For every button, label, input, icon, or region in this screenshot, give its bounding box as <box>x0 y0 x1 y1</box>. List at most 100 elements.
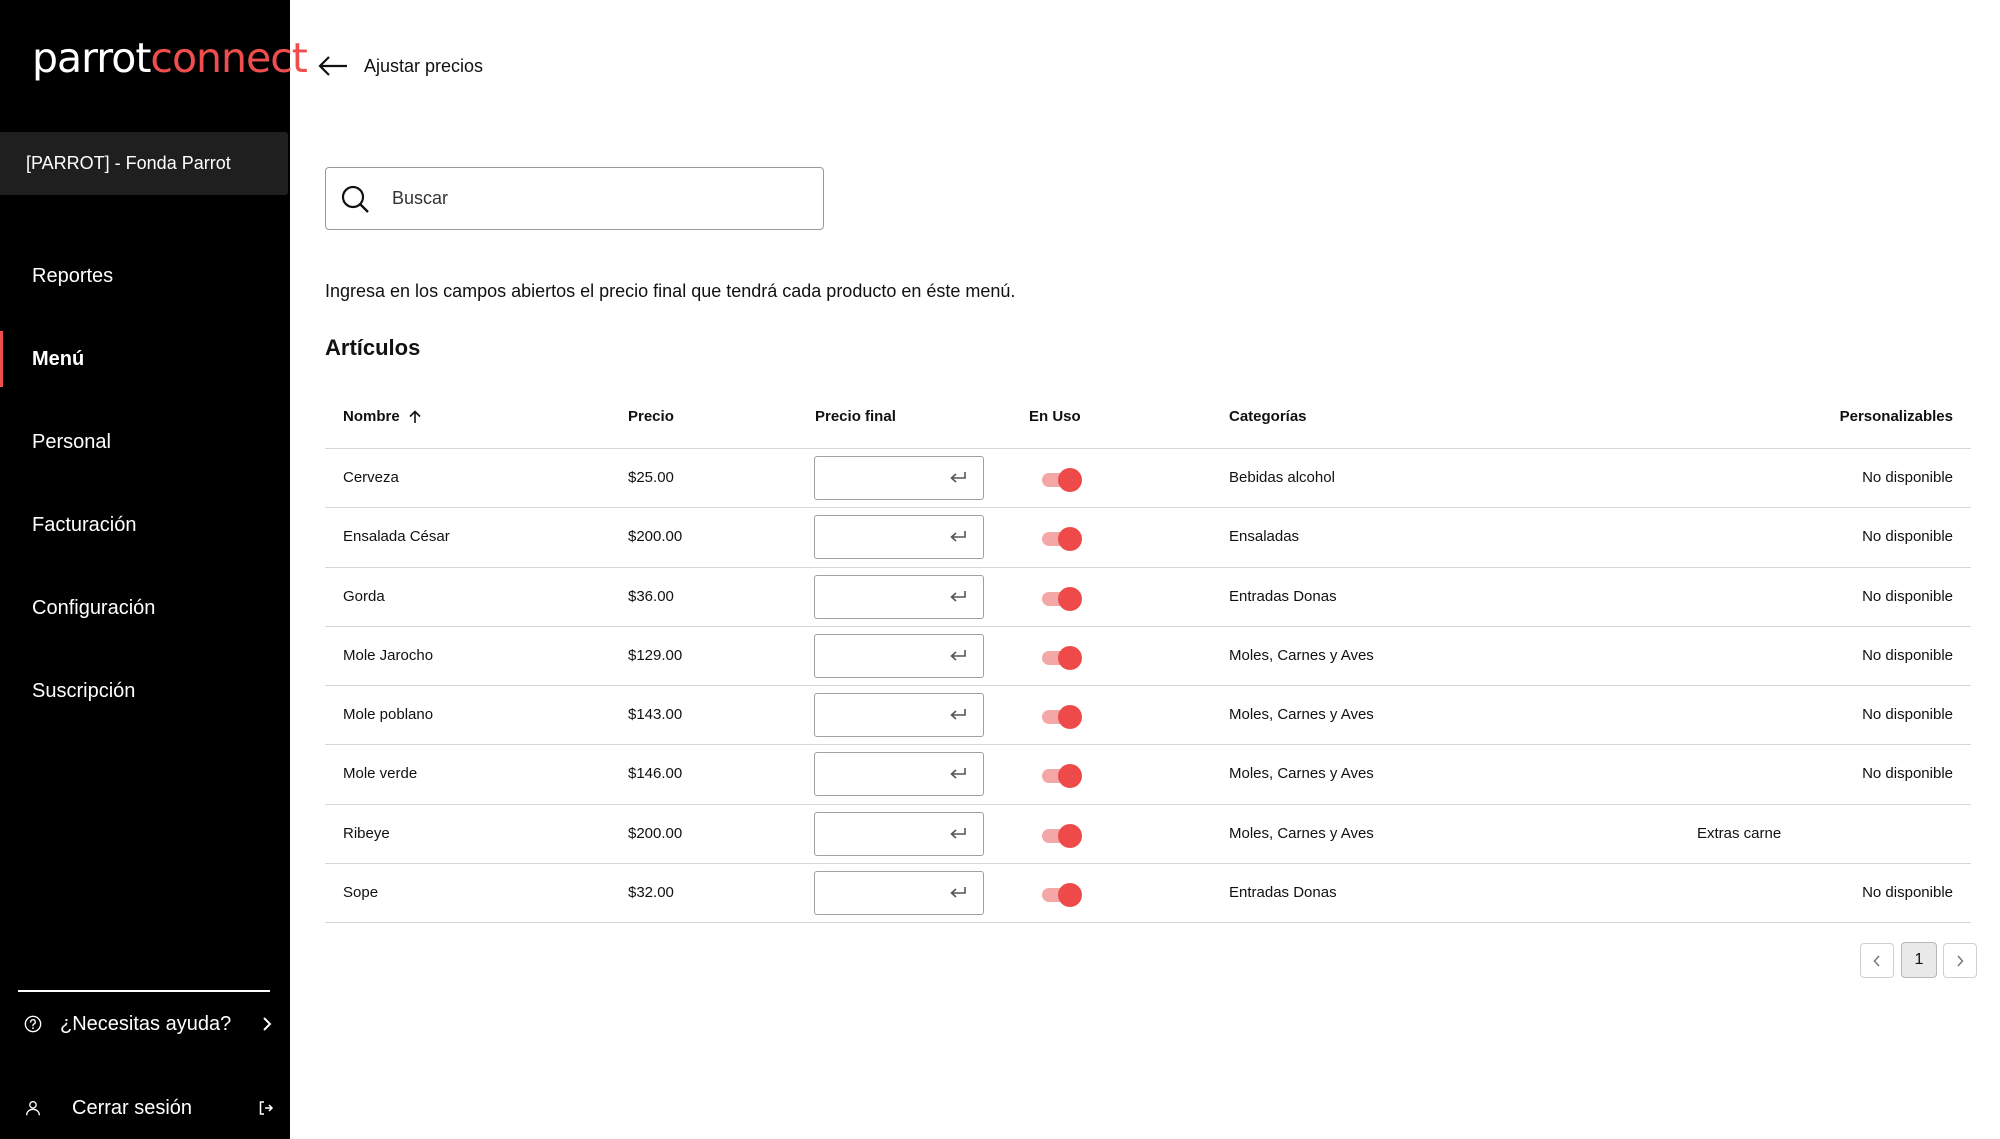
enter-icon <box>950 590 966 602</box>
item-customizable: No disponible <box>1862 587 1953 605</box>
final-price-input[interactable] <box>814 871 984 916</box>
search-box[interactable] <box>325 167 824 230</box>
in-use-toggle[interactable] <box>1042 468 1082 492</box>
table-row: Ribeye $200.00 Moles, Carnes y Aves Extras … <box>325 805 1971 865</box>
enter-icon <box>950 709 966 720</box>
enter-icon <box>950 887 966 898</box>
item-category: Moles, Carnes y Aves <box>1229 706 1374 724</box>
help-label: ¿Necesitas ayuda? <box>60 1012 232 1035</box>
column-header-final-price: Precio final <box>815 408 896 425</box>
table-row: Cerveza $25.00 Bebidas alcohol No disponibl… <box>325 449 1971 509</box>
item-customizable: No disponible <box>1862 469 1953 486</box>
back-button[interactable]: Ajustar precios <box>318 52 483 80</box>
item-category: Moles, Carnes y Aves <box>1229 646 1374 664</box>
chevron-right-icon <box>1957 954 1964 967</box>
table-header: Nombre Precio Precio final En Uso Catego… <box>325 392 1971 449</box>
enter-icon <box>950 649 966 661</box>
logo-part-1: parrot <box>32 34 151 82</box>
enter-icon <box>950 827 966 839</box>
chevron-right-icon <box>263 1017 272 1031</box>
search-icon <box>341 185 369 213</box>
item-category: Moles, Carnes y Aves <box>1229 824 1374 842</box>
item-customizable: Extras carne <box>1697 824 1782 842</box>
arrow-left-icon <box>318 56 347 76</box>
column-header-in-use: En Uso <box>1029 408 1081 425</box>
help-link[interactable]: ¿Necesitas ayuda? <box>24 1006 274 1042</box>
search-input[interactable] <box>392 188 772 209</box>
sidebar-item-facturacion[interactable]: Facturación <box>0 497 290 553</box>
toggle-knob <box>1058 823 1082 848</box>
item-category: Ensaladas <box>1229 528 1300 546</box>
toggle-knob <box>1058 883 1082 908</box>
final-price-input[interactable] <box>814 693 984 738</box>
table-row: Gorda $36.00 Entradas Donas No disponible <box>325 568 1971 627</box>
app-root: parrotconnect [PARROT] - Fonda Parrot Re… <box>0 0 2000 1139</box>
item-category: Bebidas alcohol <box>1229 469 1335 486</box>
user-icon <box>26 1101 40 1116</box>
item-name: Ensalada César <box>343 528 450 546</box>
item-price: $200.00 <box>628 824 683 842</box>
logo-part-2: connect <box>150 34 307 82</box>
column-header-name[interactable]: Nombre <box>343 408 422 425</box>
section-title: Artículos <box>325 335 421 360</box>
in-use-toggle[interactable] <box>1042 645 1082 670</box>
store-selector[interactable]: [PARROT] - Fonda Parrot <box>0 132 288 195</box>
table-row: Mole verde $146.00 Moles, Carnes y Aves No … <box>325 745 1971 805</box>
toggle-knob <box>1058 586 1082 611</box>
in-use-toggle[interactable] <box>1042 764 1082 789</box>
final-price-input[interactable] <box>814 633 984 678</box>
sidebar-item-personal[interactable]: Personal <box>0 414 290 470</box>
column-header-name-label: Nombre <box>343 408 400 425</box>
column-header-customizable: Personalizables <box>1839 408 1953 425</box>
item-price: $146.00 <box>628 765 683 783</box>
item-category: Moles, Carnes y Aves <box>1229 765 1374 783</box>
item-category: Entradas Donas <box>1229 884 1337 902</box>
in-use-toggle[interactable] <box>1042 883 1082 908</box>
help-icon <box>24 1015 42 1033</box>
item-price: $143.00 <box>628 706 683 724</box>
item-price: $200.00 <box>628 528 683 546</box>
toggle-knob <box>1058 468 1082 492</box>
column-header-categories: Categorías <box>1229 408 1307 425</box>
prev-page-button[interactable] <box>1860 943 1894 978</box>
in-use-toggle[interactable] <box>1042 823 1082 848</box>
enter-icon <box>950 472 966 483</box>
final-price-input[interactable] <box>814 515 984 560</box>
table-row: Mole poblano $143.00 Moles, Carnes y Aves N… <box>325 686 1971 746</box>
page-number-button[interactable]: 1 <box>1901 942 1937 978</box>
logout-label: Cerrar sesión <box>72 1096 193 1119</box>
final-price-input[interactable] <box>814 752 984 797</box>
toggle-knob <box>1058 764 1082 789</box>
item-price: $32.00 <box>628 884 674 902</box>
sidebar-item-menu[interactable]: Menú <box>0 331 290 387</box>
item-name: Ribeye <box>343 824 390 842</box>
logout-link[interactable]: Cerrar sesión <box>24 1090 274 1126</box>
in-use-toggle[interactable] <box>1042 527 1082 552</box>
item-customizable: No disponible <box>1862 646 1953 664</box>
next-page-button[interactable] <box>1943 943 1977 978</box>
chevron-left-icon <box>1873 954 1880 967</box>
item-name: Cerveza <box>343 469 399 486</box>
in-use-toggle[interactable] <box>1042 586 1082 611</box>
item-customizable: No disponible <box>1862 706 1953 724</box>
item-price: $36.00 <box>628 587 674 605</box>
column-header-price: Precio <box>628 408 674 425</box>
sidebar-item-reportes[interactable]: Reportes <box>0 248 290 304</box>
item-name: Gorda <box>343 587 385 605</box>
item-customizable: No disponible <box>1862 528 1953 546</box>
logo[interactable]: parrotconnect <box>32 38 308 79</box>
sidebar: parrotconnect [PARROT] - Fonda Parrot Re… <box>0 0 308 1139</box>
item-name: Mole verde <box>343 765 418 783</box>
final-price-input[interactable] <box>814 811 984 856</box>
page-title: Ajustar precios <box>364 55 484 76</box>
enter-icon <box>950 531 966 542</box>
final-price-input[interactable] <box>814 456 984 500</box>
sidebar-item-suscripcion[interactable]: Suscripción <box>0 663 290 719</box>
in-use-toggle[interactable] <box>1042 705 1082 730</box>
item-category: Entradas Donas <box>1229 587 1337 605</box>
toggle-knob <box>1058 645 1082 670</box>
sidebar-item-configuracion[interactable]: Configuración <box>0 580 290 636</box>
item-name: Mole Jarocho <box>343 646 434 664</box>
final-price-input[interactable] <box>814 574 984 619</box>
sidebar-divider <box>18 990 270 992</box>
